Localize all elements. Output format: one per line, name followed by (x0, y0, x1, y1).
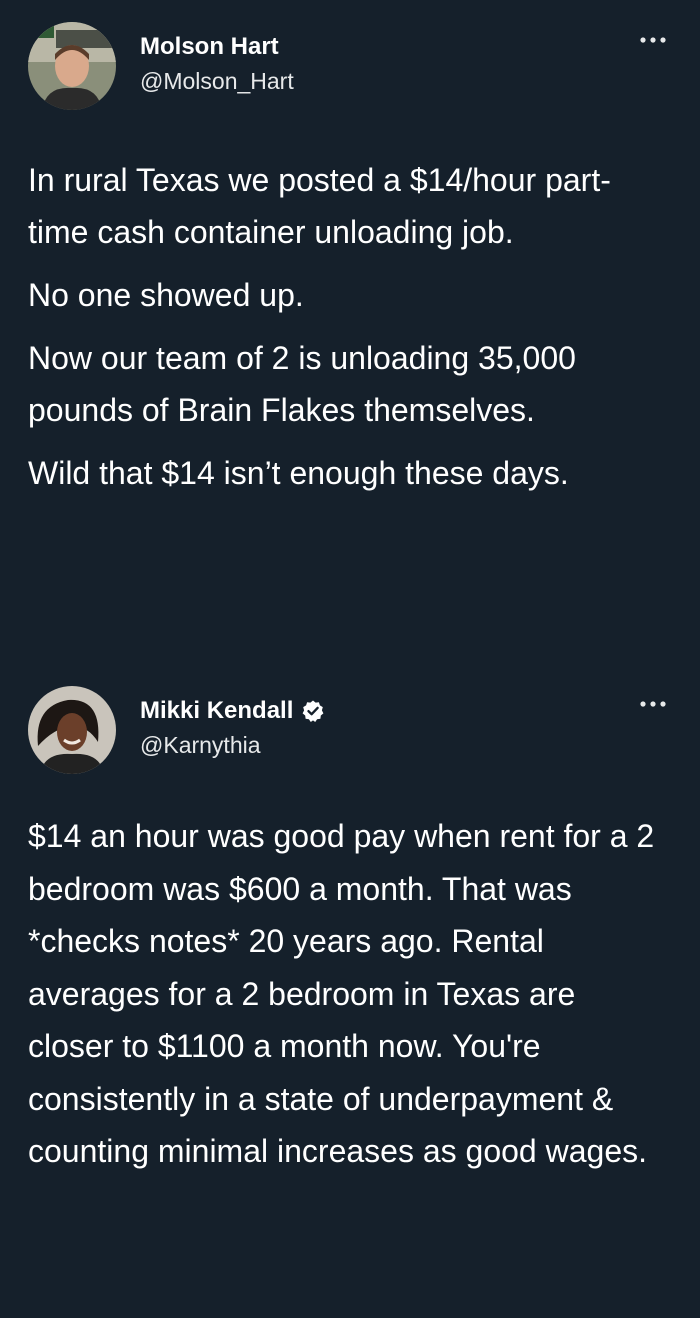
verified-badge-icon (302, 700, 324, 722)
display-name-row: Mikki Kendall (140, 696, 325, 726)
author-info: Mikki Kendall @Karnythia (140, 696, 325, 760)
tweet-paragraph: In rural Texas we posted a $14/hour part… (28, 162, 611, 250)
tweet-text: In rural Texas we posted a $14/hour part… (28, 154, 668, 499)
tweet-header: Molson Hart @Molson_Hart (28, 22, 672, 110)
tweet-header: Mikki Kendall @Karnythia (28, 686, 672, 774)
display-name[interactable]: Molson Hart (140, 32, 279, 62)
display-name-row: Molson Hart (140, 32, 294, 62)
tweet-paragraph: Now our team of 2 is unloading 35,000 po… (28, 340, 576, 428)
tweet-paragraph: Wild that $14 isn’t enough these days. (28, 455, 569, 491)
tweet-paragraph: No one showed up. (28, 277, 304, 313)
handle[interactable]: @Molson_Hart (140, 66, 294, 96)
avatar[interactable] (28, 22, 116, 110)
display-name[interactable]: Mikki Kendall (140, 696, 293, 726)
handle[interactable]: @Karnythia (140, 730, 325, 760)
avatar[interactable] (28, 686, 116, 774)
tweet[interactable]: Molson Hart @Molson_Hart In rural Texas … (0, 0, 700, 678)
more-horizontal-icon[interactable] (638, 30, 668, 50)
tweet-text: $14 an hour was good pay when rent for a… (28, 810, 668, 1178)
tweet-paragraph: $14 an hour was good pay when rent for a… (28, 818, 655, 1169)
author-info: Molson Hart @Molson_Hart (140, 32, 294, 96)
more-horizontal-icon[interactable] (638, 694, 668, 714)
tweet[interactable]: Mikki Kendall @Karnythia $14 an hour was… (0, 678, 700, 1318)
